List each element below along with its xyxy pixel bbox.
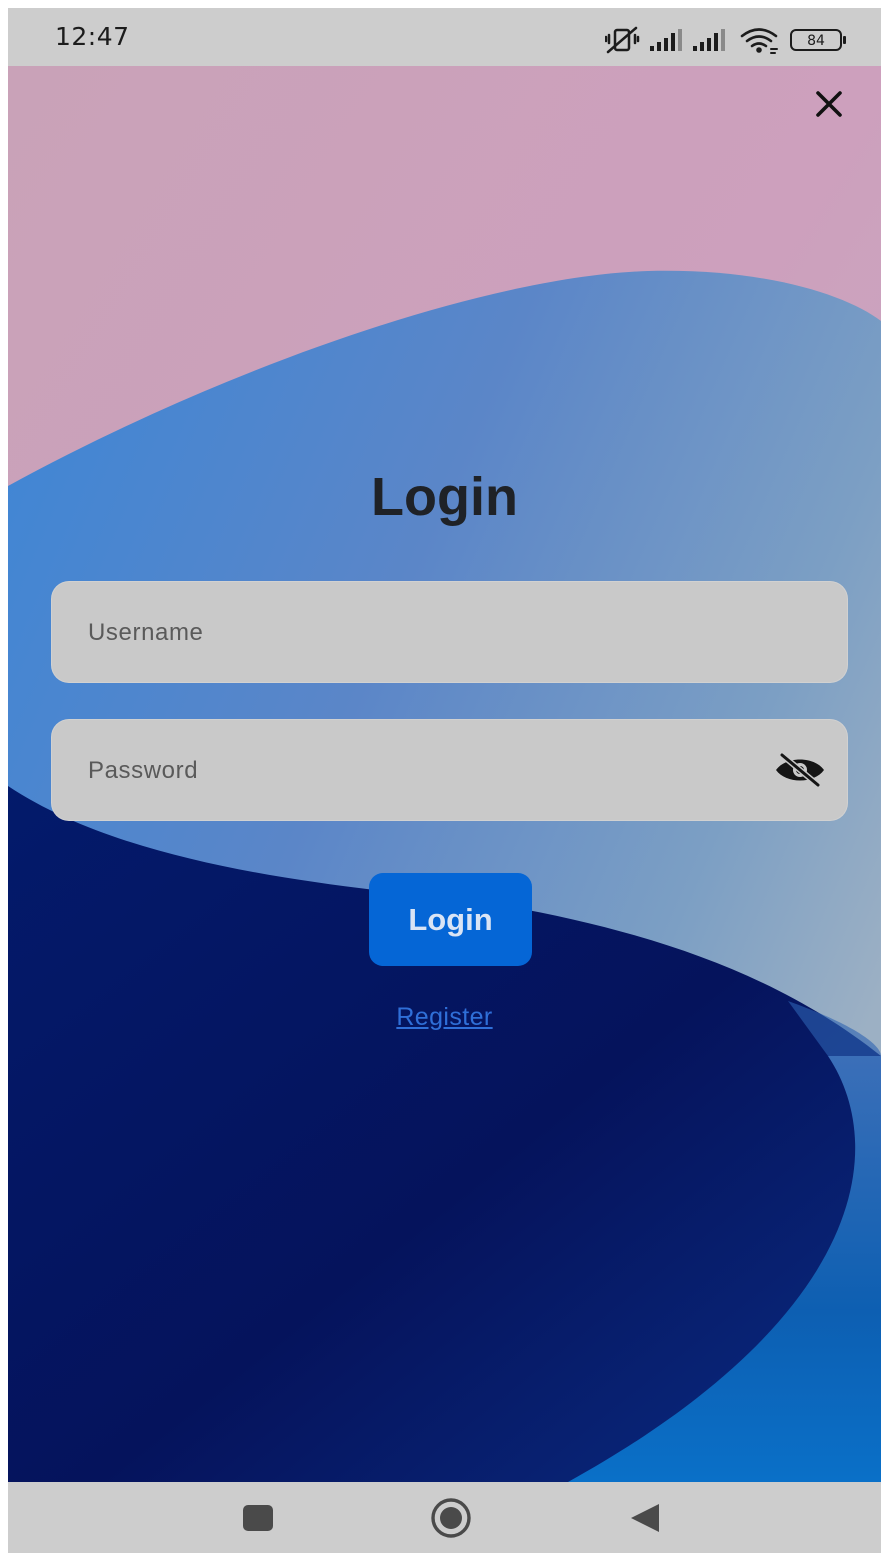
battery-icon: 84 <box>790 29 846 51</box>
page-title: Login <box>371 467 518 527</box>
password-field[interactable] <box>51 719 848 823</box>
back-button[interactable] <box>620 1482 670 1553</box>
navigation-bar <box>8 1482 881 1553</box>
login-button[interactable]: Login <box>369 873 532 966</box>
close-button[interactable] <box>807 82 851 126</box>
home-circle-icon <box>431 1497 471 1538</box>
status-icons: 84 <box>605 25 853 55</box>
wifi-icon <box>740 28 778 54</box>
username-field[interactable] <box>51 581 848 685</box>
vibrate-off-icon <box>605 26 640 54</box>
signal-icon <box>693 29 725 51</box>
battery-level: 84 <box>807 33 825 49</box>
status-time: 12:47 <box>55 22 130 51</box>
home-button[interactable] <box>423 1482 479 1553</box>
back-triangle-icon <box>631 1503 659 1532</box>
phone-screen: 12:47 84 Login Username Login Register <box>8 8 881 1553</box>
register-link-container: Register <box>8 1003 881 1032</box>
status-bar: 12:47 84 <box>8 8 881 66</box>
signal-icon <box>650 29 682 51</box>
username-input[interactable] <box>86 581 740 685</box>
password-input[interactable] <box>86 719 740 823</box>
eye-slash-icon <box>776 752 824 788</box>
recents-square-icon <box>243 1504 273 1531</box>
login-screen: Login Login Register <box>8 66 881 1482</box>
toggle-password-visibility-button[interactable] <box>772 749 828 791</box>
recents-button[interactable] <box>233 1482 283 1553</box>
register-link[interactable]: Register <box>396 1003 492 1031</box>
close-icon <box>816 91 842 117</box>
